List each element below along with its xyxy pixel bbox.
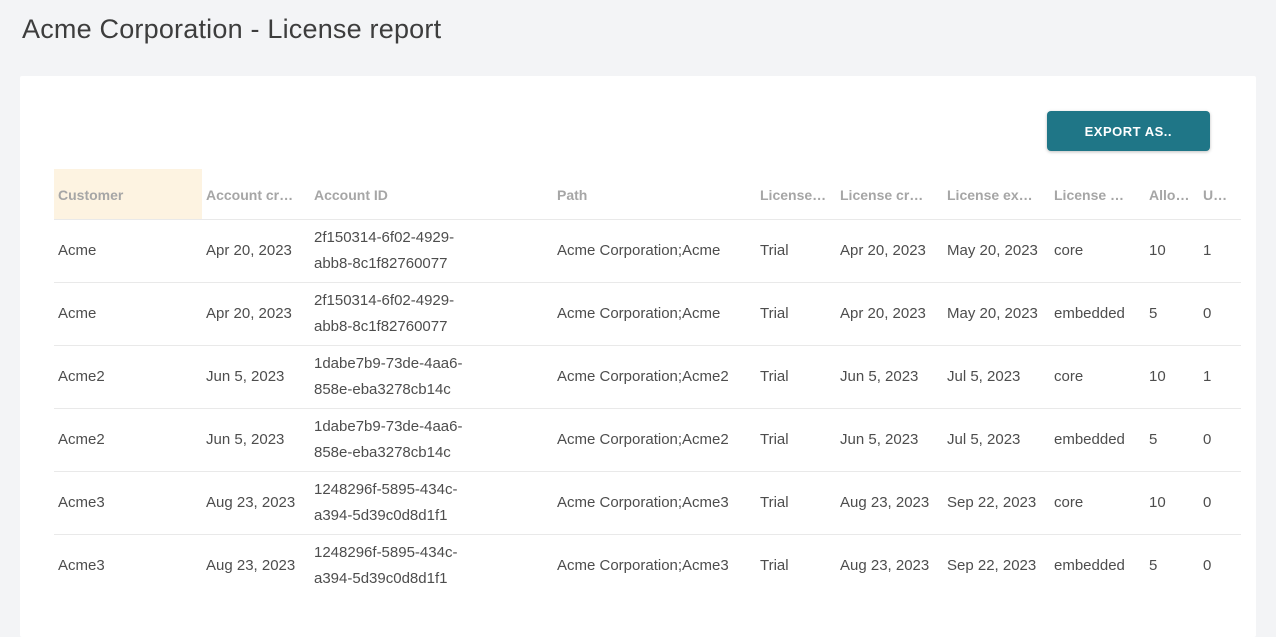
cell-license-created: Aug 23, 2023 [836,535,943,598]
column-header-account-created[interactable]: Account cr… [202,169,310,220]
cell-license-type: Trial [756,535,836,598]
cell-license-type: Trial [756,283,836,346]
cell-used: 0 [1199,472,1241,535]
cell-license-product: embedded [1050,535,1145,598]
cell-account-id: 1dabe7b9-73de-4aa6-858e-eba3278cb14c [310,409,553,472]
account-id-text: 1248296f-5895-434c-a394-5d39c0d8d1f1 [314,540,484,592]
column-header-license-type[interactable]: License… [756,169,836,220]
cell-allocated: 10 [1145,346,1199,409]
account-id-text: 2f150314-6f02-4929-abb8-8c1f82760077 [314,225,484,277]
table-header: Customer Account cr… Account ID Path Lic… [54,169,1241,220]
cell-path: Acme Corporation;Acme3 [553,535,756,598]
cell-account-id: 1248296f-5895-434c-a394-5d39c0d8d1f1 [310,535,553,598]
account-id-text: 1dabe7b9-73de-4aa6-858e-eba3278cb14c [314,414,484,466]
cell-account-created: Aug 23, 2023 [202,535,310,598]
column-header-customer[interactable]: Customer [54,169,202,220]
account-id-text: 1dabe7b9-73de-4aa6-858e-eba3278cb14c [314,351,484,403]
cell-allocated: 5 [1145,409,1199,472]
column-header-path[interactable]: Path [553,169,756,220]
cell-license-type: Trial [756,409,836,472]
report-card: EXPORT AS.. Customer Account cr… Account… [20,76,1256,637]
cell-license-product: embedded [1050,283,1145,346]
column-header-used[interactable]: U… [1199,169,1241,220]
table-row: Acme Apr 20, 2023 2f150314-6f02-4929-abb… [54,283,1241,346]
report-toolbar: EXPORT AS.. [20,76,1256,169]
table-row: Acme Apr 20, 2023 2f150314-6f02-4929-abb… [54,220,1241,283]
cell-path: Acme Corporation;Acme3 [553,472,756,535]
cell-used: 1 [1199,220,1241,283]
table-row: Acme2 Jun 5, 2023 1dabe7b9-73de-4aa6-858… [54,409,1241,472]
cell-account-created: Jun 5, 2023 [202,346,310,409]
cell-customer: Acme3 [54,535,202,598]
account-id-text: 2f150314-6f02-4929-abb8-8c1f82760077 [314,288,484,340]
cell-license-expiry: Sep 22, 2023 [943,535,1050,598]
cell-used: 1 [1199,346,1241,409]
cell-license-expiry: May 20, 2023 [943,220,1050,283]
table-body: Acme Apr 20, 2023 2f150314-6f02-4929-abb… [54,220,1241,598]
cell-customer: Acme2 [54,346,202,409]
cell-license-type: Trial [756,346,836,409]
cell-path: Acme Corporation;Acme2 [553,346,756,409]
cell-account-id: 2f150314-6f02-4929-abb8-8c1f82760077 [310,283,553,346]
cell-account-created: Apr 20, 2023 [202,220,310,283]
cell-allocated: 10 [1145,220,1199,283]
cell-account-created: Aug 23, 2023 [202,472,310,535]
column-header-license-expiry[interactable]: License ex… [943,169,1050,220]
column-header-account-id[interactable]: Account ID [310,169,553,220]
cell-license-expiry: Jul 5, 2023 [943,346,1050,409]
cell-license-created: Aug 23, 2023 [836,472,943,535]
cell-account-id: 2f150314-6f02-4929-abb8-8c1f82760077 [310,220,553,283]
cell-account-id: 1248296f-5895-434c-a394-5d39c0d8d1f1 [310,472,553,535]
cell-customer: Acme [54,220,202,283]
table-row: Acme3 Aug 23, 2023 1248296f-5895-434c-a3… [54,535,1241,598]
cell-license-created: Apr 20, 2023 [836,220,943,283]
cell-license-expiry: Sep 22, 2023 [943,472,1050,535]
cell-allocated: 5 [1145,535,1199,598]
cell-used: 0 [1199,409,1241,472]
table-row: Acme3 Aug 23, 2023 1248296f-5895-434c-a3… [54,472,1241,535]
cell-license-product: embedded [1050,409,1145,472]
table-row: Acme2 Jun 5, 2023 1dabe7b9-73de-4aa6-858… [54,346,1241,409]
cell-license-type: Trial [756,472,836,535]
cell-license-expiry: Jul 5, 2023 [943,409,1050,472]
cell-allocated: 5 [1145,283,1199,346]
license-report-table: Customer Account cr… Account ID Path Lic… [54,169,1241,597]
cell-allocated: 10 [1145,472,1199,535]
page-title: Acme Corporation - License report [22,12,1276,46]
cell-account-id: 1dabe7b9-73de-4aa6-858e-eba3278cb14c [310,346,553,409]
page-header: Acme Corporation - License report [0,0,1276,76]
column-header-license-product[interactable]: License … [1050,169,1145,220]
column-header-allocated[interactable]: Allo… [1145,169,1199,220]
cell-account-created: Apr 20, 2023 [202,283,310,346]
cell-used: 0 [1199,535,1241,598]
cell-license-product: core [1050,220,1145,283]
cell-license-created: Jun 5, 2023 [836,346,943,409]
cell-path: Acme Corporation;Acme [553,283,756,346]
cell-license-created: Apr 20, 2023 [836,283,943,346]
cell-license-product: core [1050,472,1145,535]
column-header-license-created[interactable]: License cr… [836,169,943,220]
cell-customer: Acme3 [54,472,202,535]
cell-account-created: Jun 5, 2023 [202,409,310,472]
cell-path: Acme Corporation;Acme [553,220,756,283]
cell-license-type: Trial [756,220,836,283]
table-header-row: Customer Account cr… Account ID Path Lic… [54,169,1241,220]
cell-license-created: Jun 5, 2023 [836,409,943,472]
cell-customer: Acme2 [54,409,202,472]
cell-license-expiry: May 20, 2023 [943,283,1050,346]
cell-license-product: core [1050,346,1145,409]
export-as-button[interactable]: EXPORT AS.. [1047,111,1210,151]
cell-customer: Acme [54,283,202,346]
cell-used: 0 [1199,283,1241,346]
cell-path: Acme Corporation;Acme2 [553,409,756,472]
account-id-text: 1248296f-5895-434c-a394-5d39c0d8d1f1 [314,477,484,529]
